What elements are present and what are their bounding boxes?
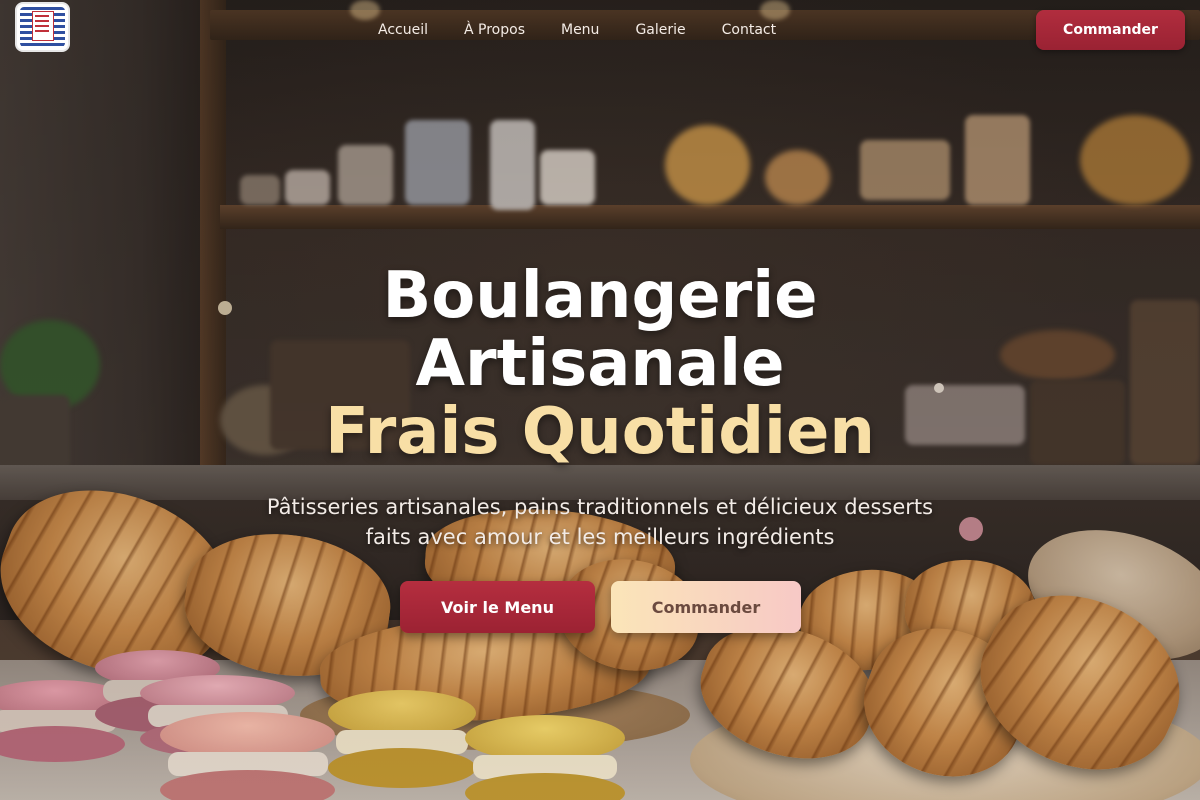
hero-title-line-2: Artisanale: [415, 327, 785, 401]
hero-title-accent: Frais Quotidien: [325, 395, 875, 469]
view-menu-button[interactable]: Voir le Menu: [400, 581, 595, 633]
hero-cta-row: Voir le Menu Commander: [400, 581, 801, 633]
nav-link-accueil[interactable]: Accueil: [360, 18, 446, 42]
hero-title-line-1: Boulangerie: [382, 259, 818, 333]
hero-title: Boulangerie Artisanale Frais Quotidien: [0, 262, 1200, 466]
navbar: Accueil À Propos Menu Galerie Contact Co…: [0, 0, 1200, 60]
nav-link-contact[interactable]: Contact: [704, 18, 794, 42]
nav-link-menu[interactable]: Menu: [543, 18, 617, 42]
bakery-logo-icon[interactable]: [15, 2, 70, 52]
nav-link-galerie[interactable]: Galerie: [617, 18, 703, 42]
logo-emblem: [32, 11, 54, 41]
nav-link-a-propos[interactable]: À Propos: [446, 18, 543, 42]
hero-subtitle: Pâtisseries artisanales, pains tradition…: [266, 495, 934, 549]
hero-order-button[interactable]: Commander: [611, 581, 801, 633]
hero-section: Accueil À Propos Menu Galerie Contact Co…: [0, 0, 1200, 800]
nav-order-button[interactable]: Commander: [1036, 10, 1185, 50]
nav-links: Accueil À Propos Menu Galerie Contact: [360, 18, 794, 42]
